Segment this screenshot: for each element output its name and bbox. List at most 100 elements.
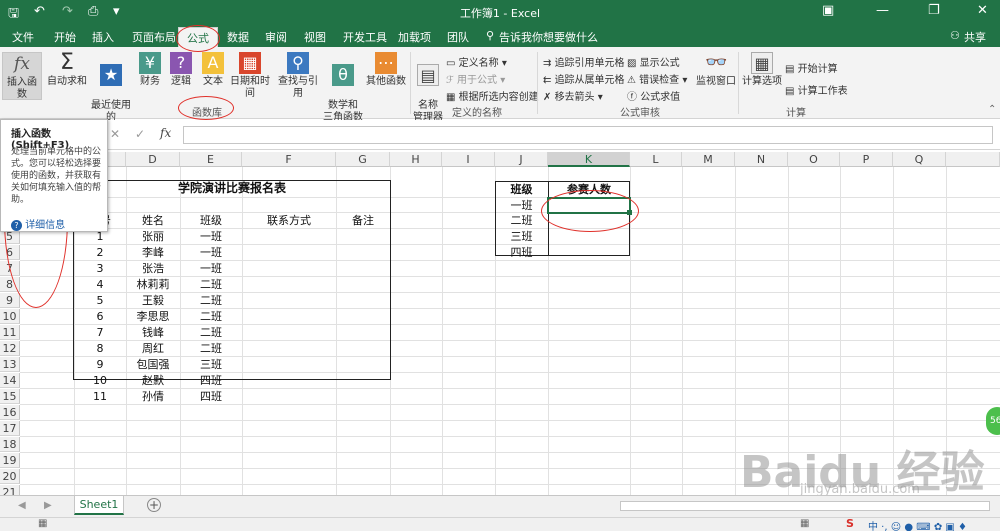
watch-window-button[interactable]: 👓 监视窗口 — [696, 52, 736, 88]
lookup-button[interactable]: ⚲ 查找与引用 — [274, 52, 322, 100]
column-header[interactable]: P — [840, 152, 893, 167]
column-header-selected[interactable]: K — [548, 152, 630, 167]
next-sheet-icon[interactable]: ▶ — [44, 500, 52, 511]
table-cell[interactable]: 三班 — [495, 229, 548, 244]
text-button[interactable]: A 文本 — [199, 52, 227, 88]
use-in-formula-button[interactable]: ℱ 用于公式 ▾ — [446, 71, 505, 86]
row-header[interactable]: 9 — [0, 293, 20, 308]
header-cell[interactable]: 班级 — [180, 213, 242, 228]
tab-view[interactable]: 视图 — [304, 29, 326, 45]
table-cell[interactable]: 6 — [74, 309, 126, 324]
table-cell[interactable]: 一班 — [180, 229, 242, 244]
row-header[interactable]: 21 — [0, 485, 20, 495]
row-header[interactable]: 18 — [0, 437, 20, 452]
table-cell[interactable]: 二班 — [180, 341, 242, 356]
calc-now-button[interactable]: ▤ 开始计算 — [785, 60, 838, 75]
show-formulas-button[interactable]: ▨ 显示公式 — [627, 54, 680, 69]
share-icon[interactable]: ⚇ — [950, 29, 960, 42]
table-cell[interactable]: 四班 — [495, 245, 548, 260]
row-header[interactable]: 11 — [0, 325, 20, 340]
table-cell[interactable]: 孙倩 — [126, 389, 180, 404]
row-header[interactable]: 14 — [0, 373, 20, 388]
name-manager-button[interactable]: ▤ 名称 管理器 — [412, 52, 444, 124]
tab-insert[interactable]: 插入 — [92, 29, 114, 45]
column-header[interactable]: N — [735, 152, 788, 167]
datetime-button[interactable]: ▦ 日期和时间 — [228, 52, 272, 100]
maximize-icon[interactable]: ❐ — [928, 3, 940, 18]
header-cell[interactable]: 班级 — [495, 182, 548, 197]
column-header[interactable]: E — [180, 152, 242, 167]
column-header[interactable] — [946, 152, 1000, 167]
row-header[interactable]: 15 — [0, 389, 20, 404]
floating-badge[interactable]: 56 — [986, 407, 1000, 435]
financial-button[interactable]: ¥ 财务 — [136, 52, 164, 88]
table-cell[interactable]: 9 — [74, 357, 126, 372]
close-icon[interactable]: ✕ — [977, 3, 988, 18]
math-trig-button[interactable]: θ 数学和 三角函数 — [322, 52, 364, 124]
horizontal-scrollbar[interactable] — [620, 501, 990, 511]
table-cell[interactable]: 4 — [74, 277, 126, 292]
table-cell[interactable]: 11 — [74, 389, 126, 404]
tooltip-more-info-link[interactable]: ? 详细信息 — [11, 216, 65, 231]
trace-precedents-button[interactable]: ⇉ 追踪引用单元格 — [543, 54, 625, 69]
remove-arrows-button[interactable]: ✗ 移去箭头 ▾ — [543, 88, 603, 103]
table-cell[interactable]: 张丽 — [126, 229, 180, 244]
table-cell[interactable]: 王毅 — [126, 293, 180, 308]
other-functions-button[interactable]: ⋯ 其他函数 — [366, 52, 406, 88]
table-cell[interactable]: 10 — [74, 373, 126, 388]
trace-dependents-button[interactable]: ⇇ 追踪从属单元格 — [543, 71, 625, 86]
table-cell[interactable]: 7 — [74, 325, 126, 340]
column-header[interactable]: J — [495, 152, 548, 167]
table-cell[interactable]: 二班 — [495, 213, 548, 228]
tab-team[interactable]: 团队 — [447, 29, 469, 45]
column-header[interactable]: M — [682, 152, 735, 167]
calc-options-button[interactable]: ▦ 计算选项 — [742, 52, 782, 88]
row-header[interactable]: 20 — [0, 469, 20, 484]
logical-button[interactable]: ? 逻辑 — [167, 52, 195, 88]
tab-developer[interactable]: 开发工具 — [343, 29, 387, 45]
tell-me-input[interactable]: 告诉我你想要做什么 — [499, 29, 598, 45]
table-cell[interactable]: 李思思 — [126, 309, 180, 324]
row-header[interactable]: 17 — [0, 421, 20, 436]
confirm-entry-icon[interactable]: ✓ — [135, 127, 145, 141]
table-cell[interactable]: 四班 — [180, 373, 242, 388]
tab-addins[interactable]: 加载项 — [398, 29, 431, 45]
insert-function-icon[interactable]: fx — [160, 126, 171, 140]
prev-sheet-icon[interactable]: ◀ — [18, 500, 26, 511]
column-header[interactable]: O — [788, 152, 840, 167]
cancel-entry-icon[interactable]: ✕ — [110, 127, 120, 141]
row-header[interactable]: 19 — [0, 453, 20, 468]
ribbon-display-icon[interactable]: ▣ — [822, 3, 834, 18]
add-sheet-icon[interactable]: + — [147, 498, 161, 512]
header-cell[interactable]: 联系方式 — [242, 213, 336, 228]
table-cell[interactable]: 钱峰 — [126, 325, 180, 340]
table-cell[interactable]: 周红 — [126, 341, 180, 356]
sheet-tab-sheet1[interactable]: Sheet1 — [74, 496, 124, 515]
tab-file[interactable]: 文件 — [12, 29, 34, 45]
table-cell[interactable]: 包国强 — [126, 357, 180, 372]
column-header[interactable]: Q — [893, 152, 946, 167]
minimize-icon[interactable]: — — [876, 3, 889, 18]
column-header[interactable]: D — [126, 152, 180, 167]
table-cell[interactable]: 二班 — [180, 325, 242, 340]
table-cell[interactable]: 张浩 — [126, 261, 180, 276]
column-header[interactable]: I — [442, 152, 495, 167]
share-button[interactable]: 共享 — [964, 29, 986, 45]
create-from-selection-button[interactable]: ▦ 根据所选内容创建 — [446, 88, 539, 103]
formula-input[interactable] — [183, 126, 993, 144]
row-header[interactable]: 16 — [0, 405, 20, 420]
evaluate-formula-button[interactable]: ⓕ 公式求值 — [627, 88, 680, 103]
table-cell[interactable]: 二班 — [180, 277, 242, 292]
header-cell[interactable]: 备注 — [336, 213, 390, 228]
row-header[interactable]: 12 — [0, 341, 20, 356]
error-checking-button[interactable]: ⚠ 错误检查 ▾ — [627, 71, 687, 86]
tab-home[interactable]: 开始 — [54, 29, 76, 45]
table-cell[interactable]: 李峰 — [126, 245, 180, 260]
macro-record-icon[interactable]: ▦ — [38, 518, 47, 529]
column-header[interactable]: F — [242, 152, 336, 167]
table-cell[interactable]: 林莉莉 — [126, 277, 180, 292]
define-name-button[interactable]: ▭ 定义名称 ▾ — [446, 54, 507, 69]
table-cell[interactable]: 一班 — [180, 245, 242, 260]
normal-view-icon[interactable]: ▦ — [800, 518, 809, 529]
table-cell[interactable]: 四班 — [180, 389, 242, 404]
